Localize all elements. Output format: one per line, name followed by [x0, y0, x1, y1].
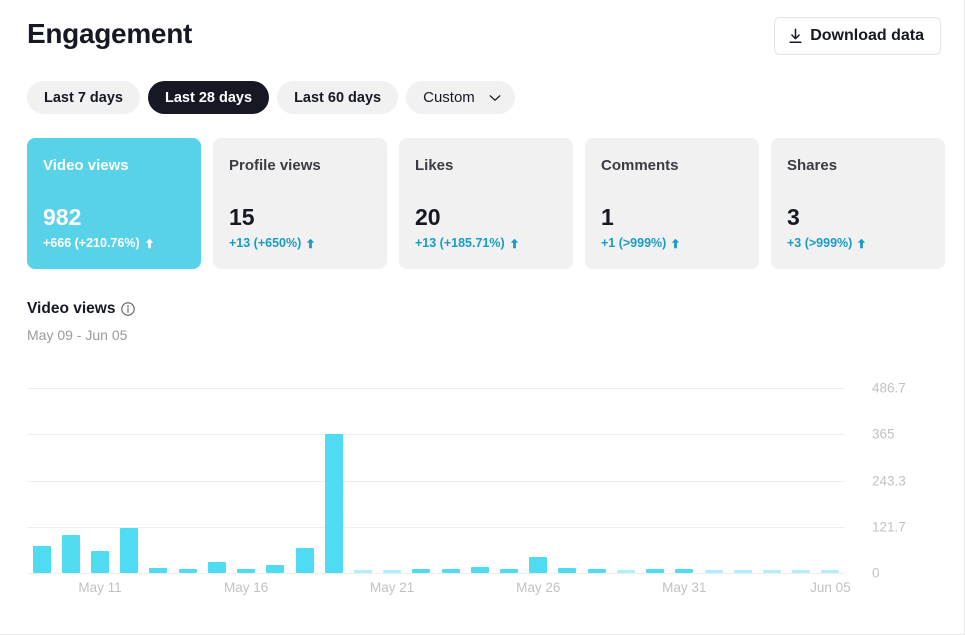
metric-card-comments[interactable]: Comments 1 +1 (>999%)	[585, 138, 759, 269]
engagement-page: Engagement Download data Last 7 days Las…	[0, 0, 965, 635]
chart-bars	[27, 388, 845, 573]
chart-bar[interactable]	[32, 545, 51, 573]
arrow-up-icon	[510, 238, 519, 249]
chart-bar[interactable]	[266, 565, 285, 573]
chart-bar[interactable]	[91, 550, 110, 573]
metric-label: Profile views	[229, 157, 321, 174]
x-axis-tick-label: May 26	[516, 580, 561, 595]
chart-bar[interactable]	[616, 570, 635, 573]
chart-bar[interactable]	[529, 557, 548, 573]
arrow-up-icon	[857, 238, 866, 249]
metric-value: 1	[601, 204, 614, 230]
chart-bar[interactable]	[470, 566, 489, 573]
chart-bar[interactable]	[295, 548, 314, 573]
metric-card-profile-views[interactable]: Profile views 15 +13 (+650%)	[213, 138, 387, 269]
download-data-label: Download data	[810, 27, 924, 44]
info-circle-icon[interactable]	[121, 302, 136, 316]
range-pill-last-28-days[interactable]: Last 28 days	[148, 81, 270, 114]
metric-delta-text: +3 (>999%)	[787, 236, 853, 250]
chart-bar[interactable]	[558, 567, 577, 573]
metric-delta-text: +13 (+185.71%)	[415, 236, 505, 250]
chart-bar[interactable]	[383, 570, 402, 573]
chart-bar[interactable]	[587, 569, 606, 573]
metric-card-likes[interactable]: Likes 20 +13 (+185.71%)	[399, 138, 573, 269]
x-axis-tick-label: May 21	[370, 580, 415, 595]
metric-label: Likes	[415, 157, 454, 174]
chart-bar[interactable]	[324, 434, 343, 573]
chart-bar[interactable]	[792, 570, 811, 573]
chevron-down-icon	[489, 94, 501, 102]
metric-label: Video views	[43, 157, 129, 174]
gridline	[27, 573, 845, 574]
arrow-up-icon	[145, 238, 154, 249]
download-data-button[interactable]: Download data	[774, 17, 941, 55]
metric-delta: +1 (>999%)	[601, 236, 680, 251]
x-axis-tick-label: May 31	[662, 580, 707, 595]
y-axis-tick-label: 121.7	[872, 519, 906, 535]
range-pill-custom[interactable]: Custom	[406, 81, 515, 114]
metric-delta: +13 (+185.71%)	[415, 236, 519, 251]
arrow-up-icon	[671, 238, 680, 249]
chart-title-text: Video views	[27, 300, 116, 317]
chart-x-axis: May 11 May 16 May 21 May 26 May 31 Jun 05	[27, 580, 850, 600]
range-pill-last-60-days[interactable]: Last 60 days	[277, 81, 399, 114]
range-pill-last-7-days[interactable]: Last 7 days	[27, 81, 140, 114]
chart-bar[interactable]	[353, 570, 372, 573]
chart-header: Video views May 09 - Jun 05	[27, 299, 136, 344]
chart-bar[interactable]	[237, 569, 256, 573]
metric-label: Shares	[787, 157, 838, 174]
chart-title: Video views	[27, 299, 136, 319]
chart-bar[interactable]	[149, 567, 168, 573]
video-views-chart: 0 121.7 243.3 365 486.7 May 11 May 16 May 21 Ma…	[27, 381, 938, 603]
metric-value: 15	[229, 204, 255, 230]
metric-label: Comments	[601, 157, 679, 174]
metric-delta-text: +13 (+650%)	[229, 236, 302, 250]
custom-range-label: Custom	[423, 89, 475, 106]
chart-bar[interactable]	[762, 570, 781, 573]
chart-date-range: May 09 - Jun 05	[27, 327, 128, 343]
metric-delta-text: +1 (>999%)	[601, 236, 667, 250]
metric-value: 3	[787, 204, 800, 230]
chart-bar[interactable]	[207, 561, 226, 573]
chart-bar[interactable]	[120, 527, 139, 573]
y-axis-tick-label: 243.3	[872, 473, 906, 489]
x-axis-tick-label: May 11	[78, 580, 122, 595]
metric-value: 20	[415, 204, 441, 230]
metric-cards: Video views 982 +666 (+210.76%) Profile …	[27, 138, 945, 269]
metric-card-shares[interactable]: Shares 3 +3 (>999%)	[771, 138, 945, 269]
chart-bar[interactable]	[733, 570, 752, 573]
arrow-up-icon	[306, 238, 315, 249]
metric-delta: +3 (>999%)	[787, 236, 866, 251]
metric-card-video-views[interactable]: Video views 982 +666 (+210.76%)	[27, 138, 201, 269]
chart-bar[interactable]	[500, 569, 519, 573]
y-axis-tick-label: 365	[872, 426, 895, 442]
chart-bar[interactable]	[704, 570, 723, 573]
header: Engagement Download data	[27, 14, 941, 60]
metric-delta: +13 (+650%)	[229, 236, 315, 251]
metric-delta-text: +666 (+210.76%)	[43, 236, 140, 250]
chart-bar[interactable]	[61, 535, 80, 573]
x-axis-tick-label: Jun 05	[810, 580, 851, 595]
x-axis-tick-label: May 16	[223, 580, 269, 595]
page-title: Engagement	[27, 18, 193, 49]
download-icon	[788, 28, 803, 44]
y-axis-tick-label: 486.7	[872, 380, 906, 396]
chart-bar[interactable]	[441, 569, 460, 573]
chart-plot-area	[27, 388, 845, 574]
metric-value: 982	[43, 204, 82, 230]
y-axis-tick-label: 0	[872, 565, 880, 581]
chart-bar[interactable]	[646, 569, 665, 573]
chart-bar[interactable]	[821, 570, 840, 573]
chart-bar[interactable]	[675, 569, 694, 573]
date-range-selector: Last 7 days Last 28 days Last 60 days Cu…	[27, 81, 515, 114]
chart-bar[interactable]	[412, 569, 431, 573]
metric-delta: +666 (+210.76%)	[43, 236, 154, 251]
chart-bar[interactable]	[178, 569, 197, 573]
